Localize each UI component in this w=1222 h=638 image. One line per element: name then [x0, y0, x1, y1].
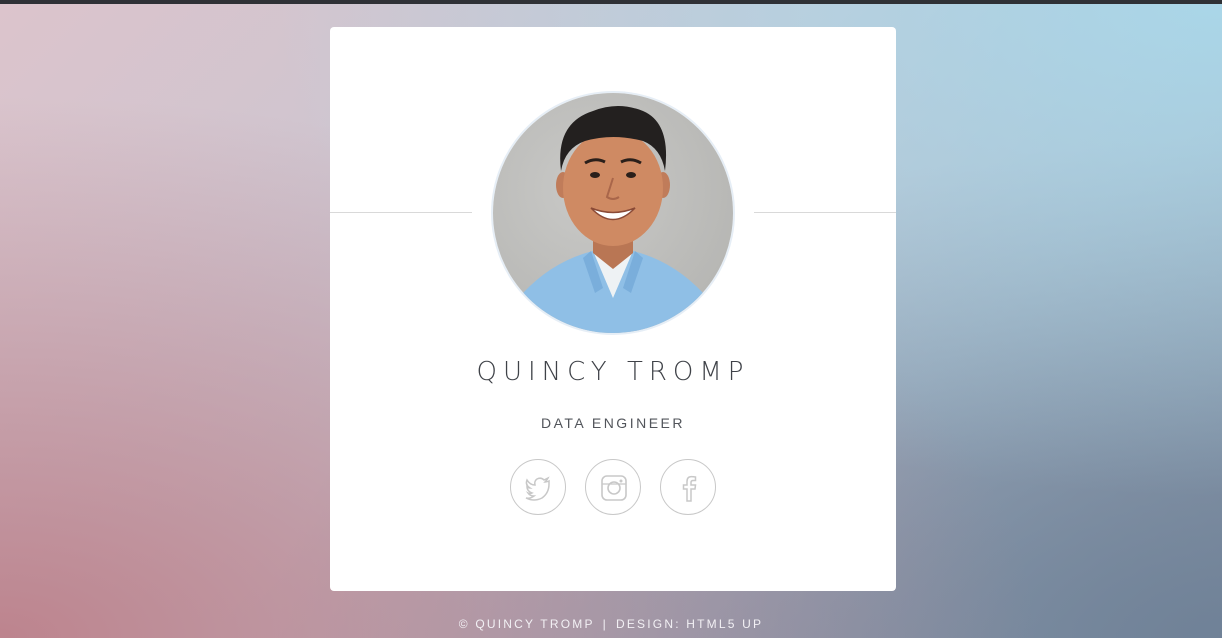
divider-right: [754, 212, 896, 213]
footer: © QUINCY TROMP | DESIGN: HTML5 UP: [0, 617, 1222, 631]
facebook-link[interactable]: [660, 459, 716, 515]
social-links: [330, 459, 896, 517]
divider-left: [330, 212, 472, 213]
profile-role: DATA ENGINEER: [540, 415, 685, 431]
instagram-link[interactable]: [585, 459, 641, 515]
footer-credit[interactable]: DESIGN: HTML5 UP: [616, 617, 763, 631]
twitter-icon: [525, 476, 550, 501]
profile-card: QUINCY TROMP DATA ENGINEER: [330, 27, 896, 591]
instagram-icon: [601, 475, 627, 501]
footer-separator: |: [602, 617, 608, 631]
twitter-link[interactable]: [510, 459, 566, 515]
footer-copyright: © QUINCY TROMP: [458, 617, 595, 631]
top-bar: [0, 0, 1222, 4]
profile-name: QUINCY TROMP: [476, 357, 750, 387]
avatar: [493, 93, 733, 333]
facebook-icon: [682, 475, 697, 502]
